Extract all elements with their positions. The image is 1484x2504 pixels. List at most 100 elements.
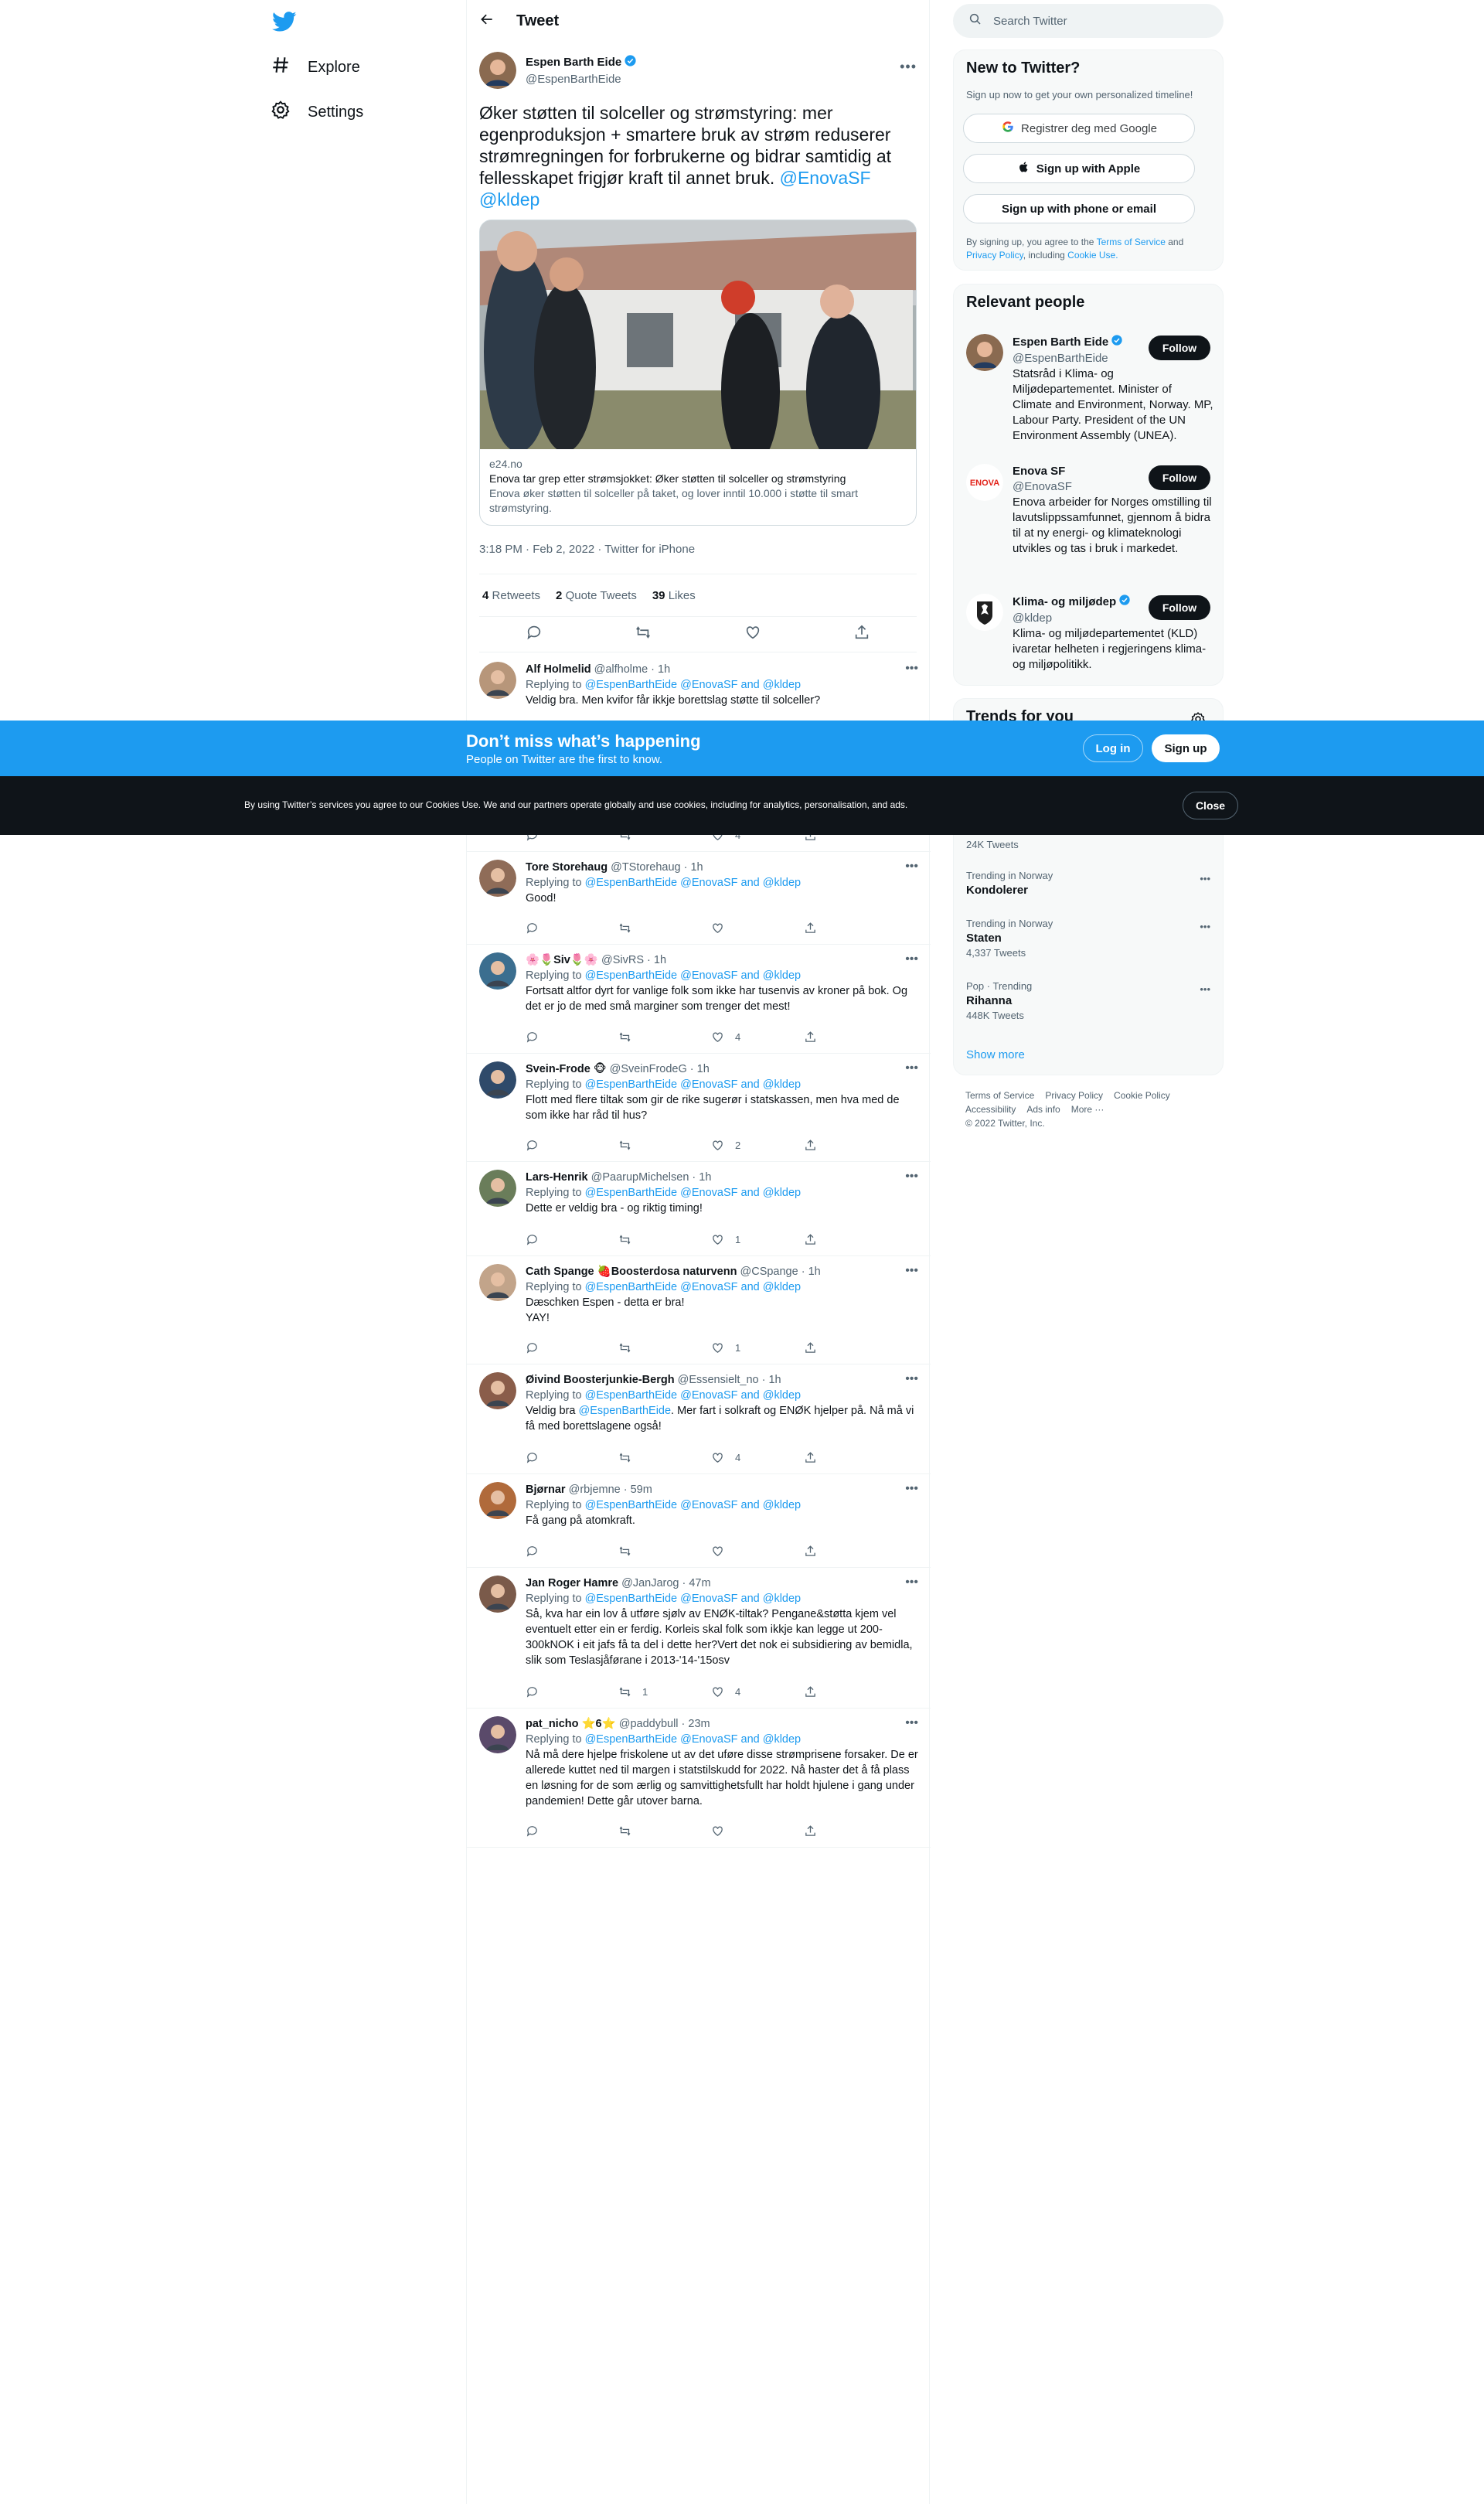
- replying-to-mentions[interactable]: @EspenBarthEide @EnovaSF and @kldep: [585, 877, 802, 889]
- retweet-icon[interactable]: [618, 1340, 672, 1355]
- retweet-icon[interactable]: [618, 1450, 672, 1465]
- like-icon[interactable]: [711, 1823, 765, 1838]
- reply-author-handle[interactable]: @rbjemne · 59m: [569, 1484, 652, 1496]
- share-icon[interactable]: [804, 1684, 858, 1699]
- cookie-use-link[interactable]: Cookie Use.: [1067, 250, 1118, 261]
- terms-link[interactable]: Terms of Service: [1097, 237, 1166, 247]
- author-name[interactable]: Espen Barth Eide: [526, 55, 621, 70]
- show-more-link[interactable]: Show more: [966, 1048, 1025, 1061]
- avatar[interactable]: [966, 594, 1003, 631]
- privacy-link[interactable]: Privacy Policy: [966, 250, 1023, 261]
- footer-terms[interactable]: Terms of Service: [965, 1088, 1034, 1102]
- share-icon[interactable]: [804, 1543, 858, 1559]
- reply-tweet[interactable]: Lars-Henrik @PaarupMichelsen · 1h Replyi…: [467, 1162, 931, 1256]
- trend-item[interactable]: Trending in Norway Kondolerer •••: [966, 869, 1210, 898]
- reply-tweet[interactable]: Tore Storehaug @TStorehaug · 1h Replying…: [467, 852, 931, 945]
- reply-author-handle[interactable]: @paddybull · 23m: [619, 1718, 710, 1730]
- avatar[interactable]: [479, 1264, 516, 1301]
- reply-author-name[interactable]: Lars-Henrik: [526, 1171, 588, 1184]
- replying-to-mentions[interactable]: @EspenBarthEide @EnovaSF and @kldep: [585, 1733, 802, 1746]
- card-image[interactable]: [480, 220, 917, 449]
- retweet-icon[interactable]: [618, 1232, 672, 1247]
- replying-to-mentions[interactable]: @EspenBarthEide @EnovaSF and @kldep: [585, 1187, 802, 1199]
- tweet-timestamp[interactable]: 3:18 PM · Feb 2, 2022 · Twitter for iPho…: [479, 543, 917, 558]
- reply-icon[interactable]: [526, 920, 580, 935]
- reply-icon[interactable]: [526, 1450, 580, 1465]
- avatar[interactable]: [479, 52, 516, 89]
- like-icon[interactable]: 4: [711, 1684, 765, 1699]
- reply-author-handle[interactable]: @alfholme · 1h: [594, 663, 671, 676]
- more-options-icon[interactable]: •••: [905, 1170, 918, 1184]
- reply-tweet[interactable]: Øivind Boosterjunkie-Bergh @Essensielt_n…: [467, 1364, 931, 1474]
- avatar[interactable]: [479, 1372, 516, 1409]
- reply-tweet[interactable]: Cath Spange 🍓Boosterdosa naturvenn @CSpa…: [467, 1256, 931, 1364]
- follow-button[interactable]: Follow: [1149, 465, 1210, 490]
- footer-ads[interactable]: Ads info: [1026, 1102, 1060, 1116]
- like-icon[interactable]: 1: [711, 1340, 765, 1355]
- more-options-icon[interactable]: •••: [905, 1264, 918, 1278]
- person-enova[interactable]: ENOVA Enova SF @EnovaSF Enova arbeider f…: [966, 464, 1212, 580]
- footer-accessibility[interactable]: Accessibility: [965, 1102, 1016, 1116]
- trend-item[interactable]: Pop · Trending Rihanna 448K Tweets •••: [966, 979, 1210, 1023]
- reply-author-name[interactable]: Bjørnar: [526, 1484, 566, 1496]
- avatar[interactable]: [479, 1482, 516, 1519]
- reply-tweet[interactable]: Bjørnar @rbjemne · 59m Replying to @Espe…: [467, 1474, 931, 1568]
- phone-signup-button[interactable]: Sign up with phone or email: [963, 194, 1195, 223]
- reply-author-name[interactable]: pat_nicho ⭐6⭐: [526, 1718, 616, 1730]
- reply-author-handle[interactable]: @TStorehaug · 1h: [611, 861, 703, 874]
- avatar[interactable]: [479, 662, 516, 699]
- like-icon[interactable]: 4: [711, 1029, 765, 1044]
- google-signup-button[interactable]: Registrer deg med Google: [963, 114, 1195, 143]
- person-name[interactable]: Klima- og miljødep: [1013, 594, 1116, 610]
- share-icon[interactable]: [804, 1232, 858, 1247]
- reply-author-name[interactable]: Cath Spange 🍓Boosterdosa naturvenn: [526, 1266, 737, 1278]
- avatar[interactable]: [479, 952, 516, 990]
- reply-tweet[interactable]: 🌸🌷Siv🌷🌸 @SivRS · 1h Replying to @EspenBa…: [467, 945, 931, 1054]
- person-name[interactable]: Espen Barth Eide: [1013, 335, 1108, 350]
- share-icon[interactable]: [804, 1823, 858, 1838]
- reply-author-name[interactable]: Tore Storehaug: [526, 861, 608, 874]
- more-options-icon[interactable]: •••: [905, 1716, 918, 1730]
- avatar[interactable]: [479, 1716, 516, 1753]
- trend-item[interactable]: 24K Tweets: [966, 838, 1210, 852]
- reply-icon[interactable]: [526, 1823, 580, 1838]
- reply-icon[interactable]: [526, 1340, 580, 1355]
- mention-enovasf[interactable]: @EnovaSF: [780, 168, 871, 188]
- search-box[interactable]: Search Twitter: [953, 4, 1224, 38]
- like-icon[interactable]: 4: [711, 1450, 765, 1465]
- reply-author-handle[interactable]: @Essensielt_no · 1h: [678, 1374, 781, 1386]
- reply-author-name[interactable]: Øivind Boosterjunkie-Bergh: [526, 1374, 675, 1386]
- person-kldep[interactable]: Klima- og miljødep @kldep Klima- og milj…: [966, 594, 1210, 679]
- replying-to-mentions[interactable]: @EspenBarthEide @EnovaSF and @kldep: [585, 1078, 802, 1091]
- apple-signup-button[interactable]: Sign up with Apple: [963, 154, 1195, 183]
- retweet-icon[interactable]: [618, 1543, 672, 1559]
- login-button[interactable]: Log in: [1083, 734, 1143, 762]
- likes-stat[interactable]: 39 Likes: [652, 589, 696, 602]
- follow-button[interactable]: Follow: [1149, 595, 1210, 620]
- footer-cookie[interactable]: Cookie Policy: [1114, 1088, 1170, 1102]
- reply-icon[interactable]: [526, 1232, 580, 1247]
- more-options-icon[interactable]: •••: [905, 1482, 918, 1496]
- trend-item[interactable]: Trending in Norway Staten 4,337 Tweets •…: [966, 917, 1210, 960]
- replying-to-mentions[interactable]: @EspenBarthEide @EnovaSF and @kldep: [585, 969, 802, 982]
- reply-author-handle[interactable]: @JanJarog · 47m: [621, 1577, 710, 1589]
- reply-icon[interactable]: [526, 1684, 580, 1699]
- reply-icon[interactable]: [526, 1137, 580, 1153]
- replying-to-mentions[interactable]: @EspenBarthEide @EnovaSF and @kldep: [585, 1593, 802, 1605]
- more-options-icon[interactable]: •••: [905, 662, 918, 676]
- mention-kldep[interactable]: @kldep: [479, 189, 539, 210]
- like-icon[interactable]: 2: [711, 1137, 765, 1153]
- more-options-icon[interactable]: •••: [900, 59, 917, 75]
- retweets-stat[interactable]: 4 Retweets: [482, 589, 540, 602]
- reply-tweet[interactable]: Svein-Frode 🐵 @SveinFrodeG · 1h Replying…: [467, 1054, 931, 1162]
- retweet-icon[interactable]: [635, 624, 652, 645]
- reply-author-name[interactable]: Svein-Frode 🐵: [526, 1063, 607, 1075]
- share-icon[interactable]: [804, 1137, 858, 1153]
- share-icon[interactable]: [804, 920, 858, 935]
- more-options-icon[interactable]: •••: [1200, 983, 1210, 996]
- share-icon[interactable]: [804, 1450, 858, 1465]
- reply-icon[interactable]: [526, 1029, 580, 1044]
- avatar[interactable]: [966, 334, 1003, 371]
- back-arrow-icon[interactable]: [479, 12, 495, 31]
- more-options-icon[interactable]: •••: [905, 860, 918, 874]
